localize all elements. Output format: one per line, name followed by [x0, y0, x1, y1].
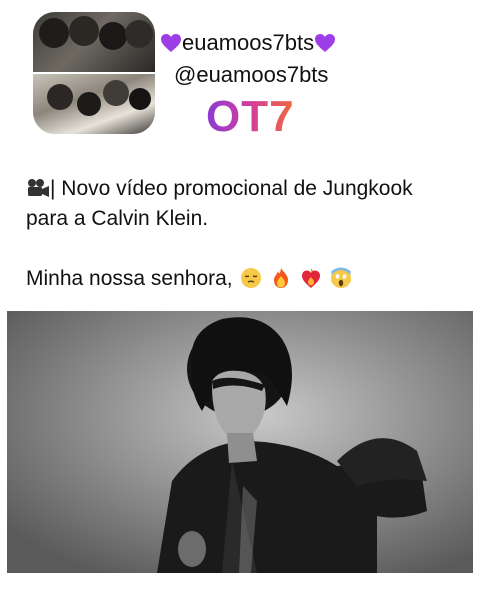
avatar-photo-top: [33, 12, 155, 72]
screaming-face-icon: [330, 267, 352, 288]
post-body: | Novo vídeo promocional de Jungkook par…: [26, 174, 476, 294]
display-name[interactable]: euamoos7bts: [182, 30, 314, 56]
display-name-row: euamoos7bts: [160, 30, 336, 56]
account-handle[interactable]: @euamoos7bts: [174, 62, 336, 88]
video-frame-figure: [7, 311, 473, 573]
fire-icon: [274, 268, 289, 288]
ot7-badge: OT7: [206, 92, 295, 141]
video-camera-icon: [28, 179, 49, 197]
relieved-face-icon: [241, 268, 262, 288]
profile-info: euamoos7bts @euamoos7bts: [160, 30, 336, 88]
purple-heart-icon: [161, 34, 181, 52]
post-header: euamoos7bts @euamoos7bts OT7: [0, 0, 480, 150]
post-text-line1: | Novo vídeo promocional de Jungkook: [50, 177, 413, 200]
post-text-line2: para a Calvin Klein.: [26, 207, 209, 230]
avatar-photo-bottom: [33, 74, 155, 134]
post-line-1: | Novo vídeo promocional de Jungkook: [26, 174, 476, 204]
post-line-3: Minha nossa senhora,: [26, 264, 476, 294]
heart-on-fire-icon: [302, 268, 321, 288]
profile-avatar[interactable]: [33, 12, 155, 134]
purple-heart-icon: [315, 34, 336, 52]
promo-video[interactable]: [7, 311, 473, 573]
post-text-line3: Minha nossa senhora,: [26, 267, 233, 290]
